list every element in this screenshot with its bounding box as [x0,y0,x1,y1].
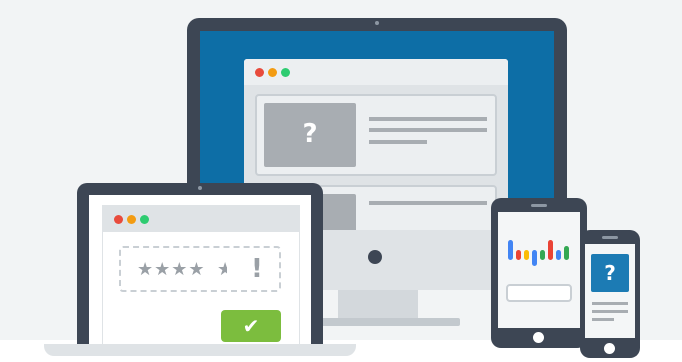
rating-box: ★★★★ ★ ! [119,246,281,292]
browser-titlebar [244,59,508,85]
search-logo [508,240,570,266]
window-maximize-dot [140,215,149,224]
phone-image-placeholder: ? [591,254,629,292]
phone-screen: ? [585,244,635,338]
browser-titlebar [103,206,299,232]
tablet [491,198,587,348]
logo-bar [516,250,521,260]
question-mark-icon: ? [302,119,318,149]
checkmark-icon: ✔ [242,314,260,338]
logo-bar [540,250,545,260]
exclamation-icon: ! [251,254,263,284]
logo-bar [564,246,569,260]
laptop-camera [198,186,202,190]
search-input[interactable] [506,284,572,302]
desktop-stand [338,290,418,320]
window-minimize-dot [268,68,277,77]
image-placeholder: ? [264,103,356,167]
desktop-camera [375,21,379,25]
text-line [592,302,628,305]
phone: ? [580,230,640,358]
tablet-home-button[interactable] [533,332,544,343]
half-star-icon: ★ [217,261,227,280]
logo-bar [532,250,537,266]
laptop-lid: ★★★★ ★ ! ✔ [77,183,323,345]
tablet-screen [498,212,580,328]
phone-home-button[interactable] [604,343,615,354]
text-line [369,117,487,121]
confirm-button[interactable]: ✔ [221,310,281,342]
logo-bar [556,250,561,260]
desktop-stand-base [300,318,460,326]
window-close-dot [114,215,123,224]
phone-speaker [602,236,618,239]
responsive-devices-illustration: ? ★★★★ ★ ! ✔ ? [0,0,682,362]
logo-bar [548,240,553,260]
star-rating: ★★★★ [137,259,206,280]
window-close-dot [255,68,264,77]
logo-bar [524,250,529,260]
text-line [369,128,487,132]
window-minimize-dot [127,215,136,224]
text-line [369,201,487,205]
laptop-screen: ★★★★ ★ ! ✔ [89,195,311,345]
text-line [592,310,628,313]
text-line [369,140,427,144]
power-button [368,250,382,264]
question-mark-icon: ? [604,261,616,285]
logo-bar [508,240,513,260]
tablet-speaker [531,204,547,207]
laptop-browser-window: ★★★★ ★ ! ✔ [102,205,300,345]
window-maximize-dot [281,68,290,77]
text-line [592,318,614,321]
laptop-base [44,344,356,356]
content-card: ? [255,94,497,176]
